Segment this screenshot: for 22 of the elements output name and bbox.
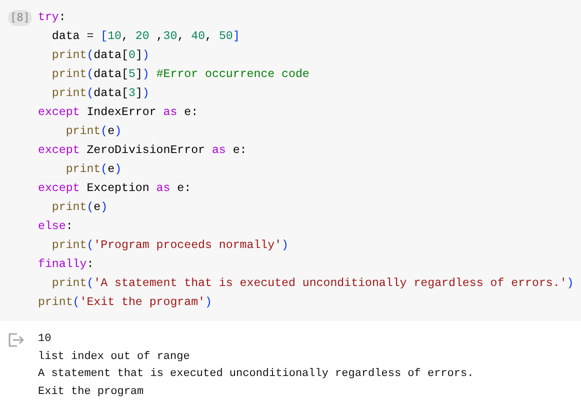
code-line: print('Program proceeds normally') [50, 238, 288, 254]
code-line: print(data[5]) #Error occurrence code [50, 67, 310, 83]
output-arrow-icon [8, 333, 24, 347]
code-line: try: [38, 10, 66, 26]
code-line: except Exception as e: [38, 181, 192, 197]
code-line: else: [38, 219, 73, 235]
output-line: 10 [38, 332, 52, 347]
execution-count[interactable]: [8] [8, 10, 32, 26]
output-line: Exit the program [38, 384, 145, 400]
code-line: print(e) [64, 124, 122, 140]
code-line: except ZeroDivisionError as e: [38, 143, 247, 159]
code-line: print(e) [64, 162, 122, 178]
code-line: print(e) [50, 200, 108, 216]
code-line: finally: [38, 257, 94, 273]
output-line: A statement that is executed unconditionally regardless of errors. [38, 367, 474, 382]
code-line: except IndexError as e: [38, 105, 198, 121]
code-line: print(data[3]) [50, 86, 150, 102]
code-line: print('A statement that is executed unconditionally regardless of errors.') [50, 276, 574, 292]
output-line: list index out of range [38, 350, 191, 364]
code-line: data = [10, 20 ,30, 40, 50] [50, 29, 240, 45]
code-line: print(data[0]) [50, 48, 150, 64]
code-line: print('Exit the program') [38, 295, 212, 311]
